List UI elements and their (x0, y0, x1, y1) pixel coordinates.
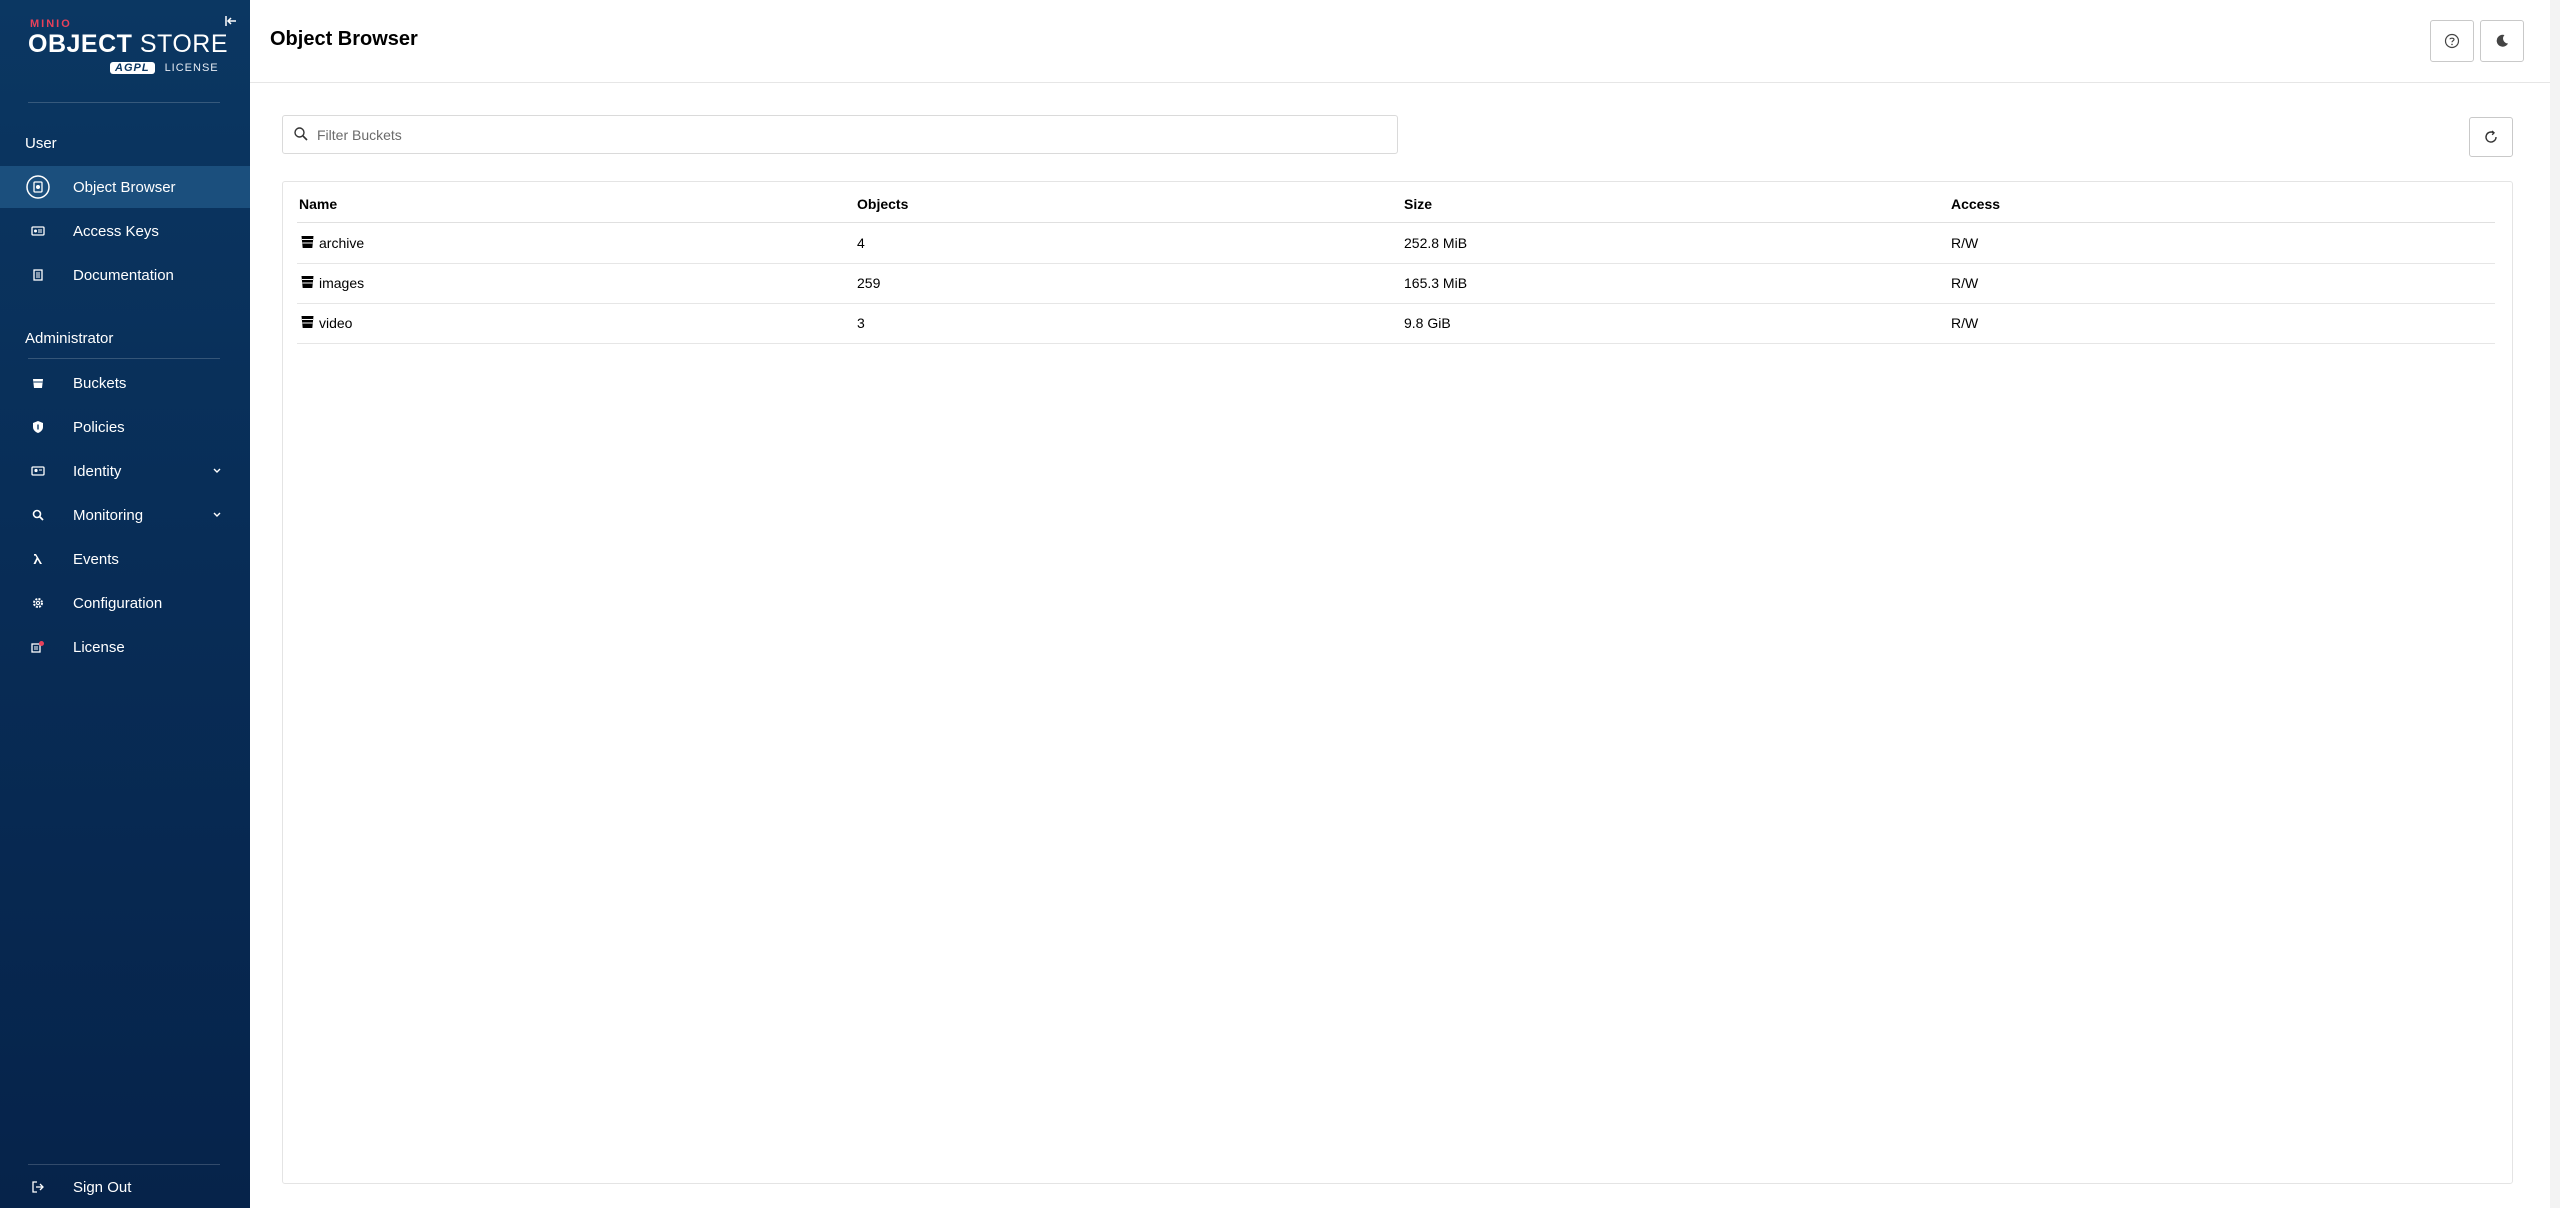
sidebar-divider (28, 102, 220, 103)
sidebar-item-buckets[interactable]: Buckets (0, 362, 250, 404)
bucket-objects: 3 (857, 315, 865, 331)
chevron-down-icon (213, 512, 221, 517)
refresh-icon (2485, 130, 2497, 143)
table-header: Name Objects Size Access (297, 182, 2495, 223)
bucket-size: 9.8 GiB (1404, 315, 1451, 331)
sidebar-item-label: License (73, 638, 125, 656)
sidebar-item-label: Configuration (73, 594, 163, 612)
bucket-access: R/W (1951, 235, 1979, 251)
help-button[interactable] (2430, 20, 2474, 62)
bucket-icon (301, 276, 314, 288)
sidebar-item-policies[interactable]: Policies (0, 406, 250, 448)
sidebar-item-label: Identity (73, 462, 122, 480)
help-icon (2444, 33, 2460, 49)
search-icon (294, 127, 308, 141)
lambda-icon (26, 547, 50, 571)
top-bar: Object Browser (250, 0, 2550, 83)
table-row[interactable]: archive 4 252.8 MiB R/W (297, 223, 2495, 264)
column-header-objects[interactable]: Objects (857, 196, 908, 212)
sign-out-button[interactable]: Sign Out (0, 1166, 250, 1208)
bucket-access: R/W (1951, 315, 1979, 331)
collapse-sidebar-button[interactable] (222, 12, 240, 30)
sidebar-item-object-browser[interactable]: Object Browser (0, 166, 250, 208)
brand-main-bold: OBJECT (28, 30, 133, 58)
monitoring-icon (26, 503, 50, 527)
buckets-table: Name Objects Size Access archive 4 252.8… (282, 181, 2513, 1184)
brand-main-light: STORE (132, 30, 229, 58)
bucket-size: 252.8 MiB (1404, 235, 1468, 251)
sidebar-item-label: Object Browser (73, 178, 176, 196)
agpl-badge: AGPL (110, 62, 155, 74)
column-header-access[interactable]: Access (1951, 196, 2000, 212)
collapse-icon (225, 16, 236, 26)
license-text: LICENSE (164, 62, 219, 74)
brand-license: AGPL LICENSE (110, 62, 219, 74)
sidebar-item-monitoring[interactable]: Monitoring (0, 494, 250, 536)
brand-main: OBJECT STORE (28, 30, 228, 59)
sidebar-item-access-keys[interactable]: Access Keys (0, 210, 250, 252)
refresh-button[interactable] (2469, 117, 2513, 157)
sign-out-label: Sign Out (73, 1178, 132, 1196)
column-header-size[interactable]: Size (1404, 196, 1432, 212)
table-row[interactable]: images 259 165.3 MiB R/W (297, 263, 2495, 304)
column-header-name[interactable]: Name (299, 196, 337, 212)
sidebar-item-configuration[interactable]: Configuration (0, 582, 250, 624)
sidebar-divider (28, 1164, 220, 1165)
chevron-down-icon (213, 468, 221, 473)
bucket-name: video (319, 315, 353, 331)
sidebar-item-identity[interactable]: Identity (0, 450, 250, 492)
sidebar-divider (28, 358, 220, 359)
bucket-icon (26, 371, 50, 395)
sign-out-icon (26, 1175, 50, 1199)
bucket-access: R/W (1951, 275, 1979, 291)
sidebar-item-label: Policies (73, 418, 125, 436)
page-title: Object Browser (270, 28, 418, 50)
sidebar-item-events[interactable]: Events (0, 538, 250, 580)
filter-buckets-field[interactable] (282, 115, 1398, 154)
section-administrator: Administrator (25, 330, 114, 347)
bucket-icon (301, 236, 314, 248)
identity-icon (26, 459, 50, 483)
access-keys-icon (26, 219, 50, 243)
sidebar: MINIO OBJECT STORE AGPL LICENSE User Obje… (0, 0, 250, 1208)
sidebar-item-label: Monitoring (73, 506, 144, 524)
scrollbar-track[interactable] (2550, 0, 2560, 1208)
license-icon (26, 635, 50, 659)
sidebar-item-label: Events (73, 550, 119, 568)
brand-small: MINIO (30, 18, 72, 30)
sidebar-item-label: Documentation (73, 266, 174, 284)
bucket-icon (301, 316, 314, 328)
sidebar-item-documentation[interactable]: Documentation (0, 254, 250, 296)
bucket-name: images (319, 275, 365, 291)
filter-buckets-input[interactable] (315, 116, 1389, 153)
sidebar-item-label: Access Keys (73, 222, 159, 240)
bucket-size: 165.3 MiB (1404, 275, 1468, 291)
section-user: User (25, 135, 57, 152)
shield-icon (26, 415, 50, 439)
bucket-objects: 4 (857, 235, 865, 251)
bucket-objects: 259 (857, 275, 881, 291)
sidebar-item-label: Buckets (73, 374, 127, 392)
gear-icon (26, 591, 50, 615)
minio-logo: MINIO OBJECT STORE AGPL LICENSE (28, 16, 228, 78)
moon-icon (2496, 34, 2508, 47)
table-row[interactable]: video 3 9.8 GiB R/W (297, 303, 2495, 344)
bucket-name: archive (319, 235, 365, 251)
documentation-icon (26, 263, 50, 287)
dark-mode-button[interactable] (2480, 20, 2524, 62)
object-browser-icon (26, 175, 50, 199)
sidebar-item-license[interactable]: License (0, 626, 250, 668)
